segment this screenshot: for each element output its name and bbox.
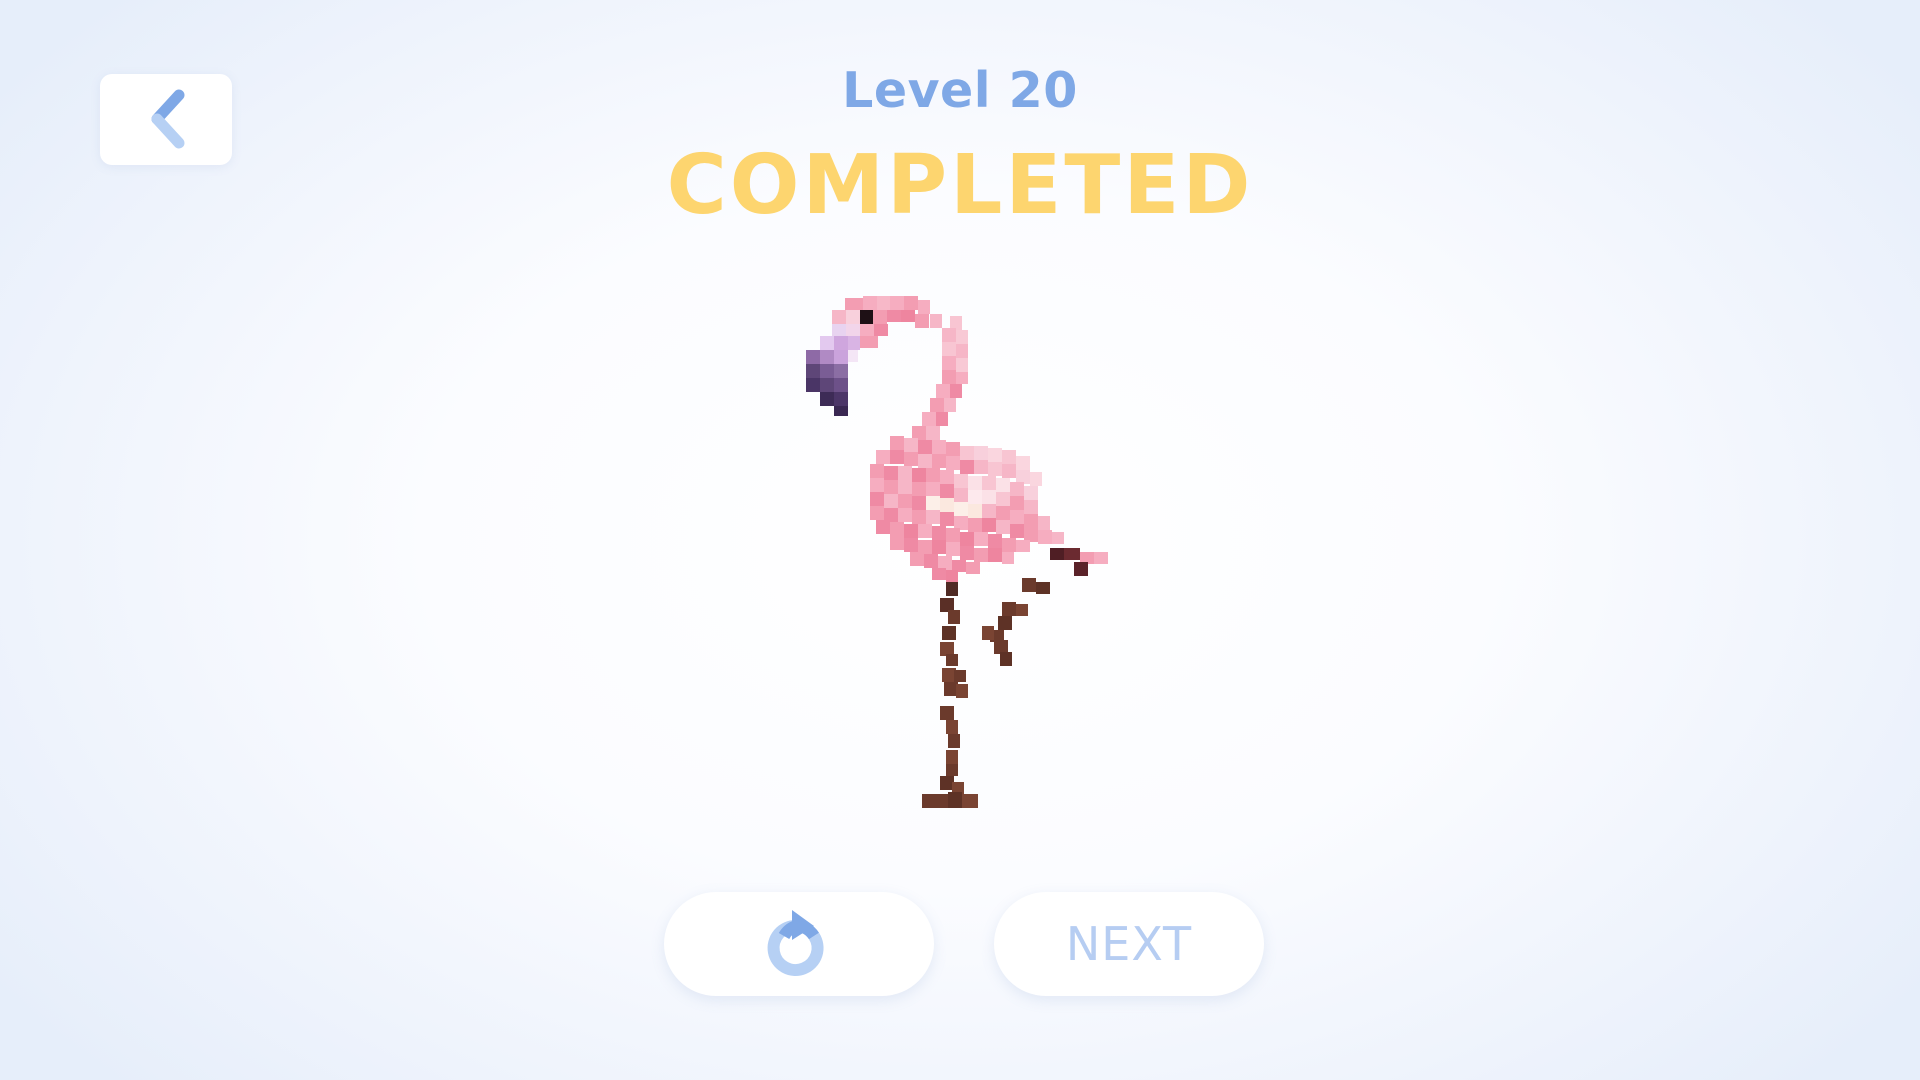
next-button-label: NEXT	[1065, 917, 1193, 971]
flamingo-head	[820, 296, 962, 350]
flamingo-beak	[806, 350, 858, 416]
flamingo-neck	[912, 328, 968, 440]
level-title: Level 20	[842, 62, 1078, 119]
flamingo-tail	[1050, 548, 1108, 576]
flamingo-legs	[922, 578, 1050, 808]
flamingo-pixel-art	[806, 296, 1108, 808]
next-button[interactable]: NEXT	[994, 892, 1264, 996]
replay-icon	[767, 910, 824, 976]
completed-title: COMPLETED	[666, 138, 1254, 233]
replay-button[interactable]	[664, 892, 934, 996]
flamingo-body	[870, 436, 1064, 582]
